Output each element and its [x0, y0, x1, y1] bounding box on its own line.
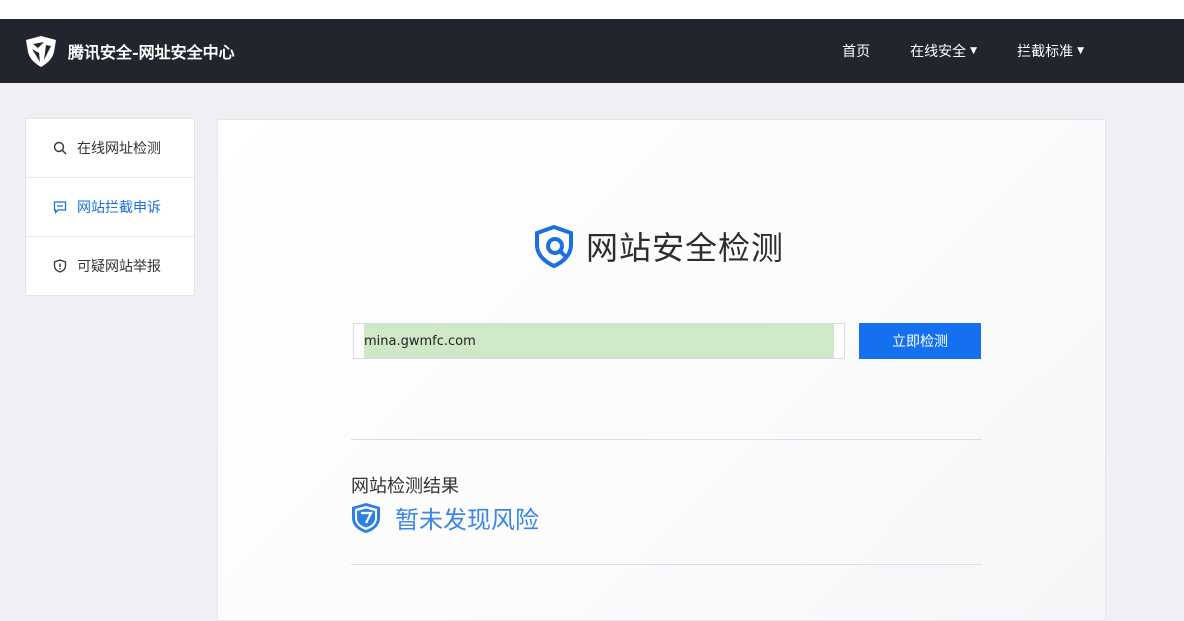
hero: 网站安全检测: [532, 223, 784, 269]
result-label: 网站检测结果: [351, 476, 459, 497]
nav-online-security-label: 在线安全: [910, 44, 967, 60]
search-icon: [53, 141, 67, 155]
security-scan-logo-icon: [535, 224, 573, 268]
sidebar-item-label: 网站拦截申诉: [77, 200, 161, 216]
brand-title: 腾讯安全-网址安全中心: [68, 43, 235, 62]
message-icon: [53, 200, 67, 214]
top-strip: [0, 0, 1184, 19]
safe-shield-icon: [352, 502, 380, 533]
url-input[interactable]: [364, 324, 834, 358]
nav-block-standards-label: 拦截标准: [1017, 44, 1074, 60]
divider: [351, 564, 982, 565]
divider: [351, 439, 982, 440]
main-card: 网站安全检测 立即检测 网站检测结果 暂未发现风险: [217, 119, 1106, 621]
result-status-text: 暂未发现风险: [395, 506, 539, 534]
navbar: 腾讯安全-网址安全中心 首页 在线安全 ▼ 拦截标准 ▼: [0, 19, 1184, 83]
result-row: 暂未发现风险: [351, 500, 539, 535]
check-now-button[interactable]: 立即检测: [859, 323, 981, 359]
nav-menu: 首页 在线安全 ▼ 拦截标准 ▼: [802, 19, 1084, 83]
caret-down-icon: ▼: [970, 46, 978, 56]
sidebar-item-report[interactable]: 可疑网站举报: [26, 237, 194, 295]
caret-down-icon: ▼: [1077, 46, 1084, 56]
tencent-security-logo-icon: [26, 36, 56, 67]
sidebar: 在线网址检测 网站拦截申诉 可疑网站举报: [25, 118, 195, 296]
nav-home-label: 首页: [842, 44, 871, 60]
shield-icon: [53, 259, 67, 273]
url-input-wrapper: [353, 323, 845, 359]
sidebar-item-appeal[interactable]: 网站拦截申诉: [26, 178, 194, 237]
nav-online-security[interactable]: 在线安全 ▼: [910, 41, 977, 61]
page-title: 网站安全检测: [586, 229, 785, 267]
nav-home[interactable]: 首页: [842, 41, 870, 61]
sidebar-item-url-check[interactable]: 在线网址检测: [26, 119, 194, 178]
sidebar-item-label: 在线网址检测: [77, 141, 161, 157]
sidebar-item-label: 可疑网站举报: [77, 259, 161, 275]
brand[interactable]: 腾讯安全-网址安全中心: [24, 33, 235, 69]
nav-block-standards[interactable]: 拦截标准 ▼: [1017, 41, 1084, 61]
